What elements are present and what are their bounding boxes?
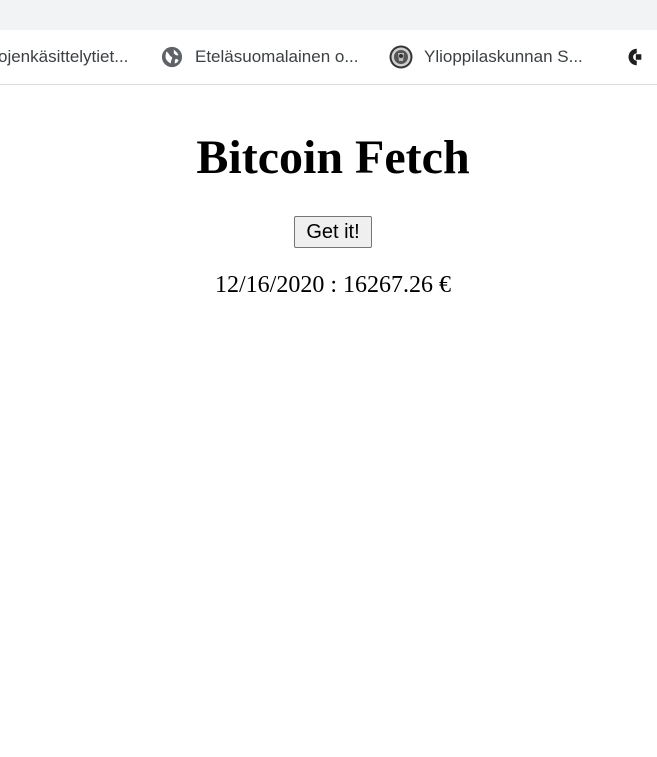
bookmarks-bar: ojenkäsittelytiet... Eteläsuomalainen o.… <box>0 30 657 85</box>
result-currency: € <box>439 272 451 298</box>
result-separator: : <box>330 272 337 298</box>
bookmark-label: Eteläsuomalainen o... <box>195 47 359 66</box>
seal-icon <box>389 45 413 69</box>
globe-icon <box>160 45 184 69</box>
bookmark-item-2[interactable]: Eteläsuomalainen o... <box>160 30 359 84</box>
page-content: Bitcoin Fetch Get it! 12/16/2020 : 16267… <box>0 85 657 757</box>
bookmark-item-4[interactable] <box>622 30 657 84</box>
site-logo-icon <box>622 45 646 69</box>
bookmark-label: Ylioppilaskunnan S... <box>424 47 583 66</box>
bookmark-label: ojenkäsittelytiet... <box>0 47 129 66</box>
bookmark-item-3[interactable]: Ylioppilaskunnan S... <box>389 30 583 84</box>
get-it-button[interactable]: Get it! <box>294 216 372 248</box>
browser-tab-strip <box>0 0 657 30</box>
result-date: 12/16/2020 <box>214 272 325 298</box>
page-title: Bitcoin Fetch <box>196 131 470 184</box>
bookmark-item-1[interactable]: ojenkäsittelytiet... <box>0 30 128 84</box>
price-result: 12/16/2020 : 16267.26 € <box>0 271 657 299</box>
result-price: 16267.26 <box>343 272 433 298</box>
